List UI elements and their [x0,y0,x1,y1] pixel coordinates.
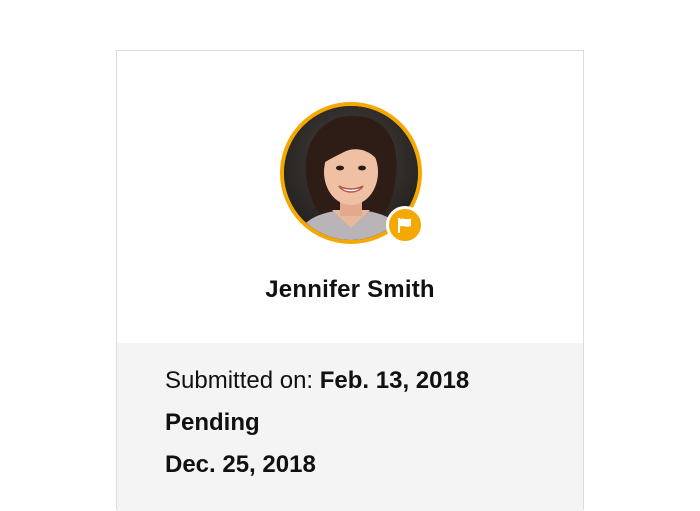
profile-card: Jennifer Smith Submitted on: Feb. 13, 20… [116,50,584,511]
user-name: Jennifer Smith [265,276,435,303]
avatar-container[interactable] [280,102,424,244]
submitted-label: Submitted on: [165,367,320,394]
status-text: Pending [165,409,260,436]
submitted-line: Submitted on: Feb. 13, 2018 [165,367,469,395]
due-date: Dec. 25, 2018 [165,451,316,478]
submission-details: Submitted on: Feb. 13, 2018 Pending Dec.… [117,343,583,511]
flag-badge[interactable] [386,206,424,244]
profile-header: Jennifer Smith [117,51,583,343]
submitted-date: Feb. 13, 2018 [319,367,470,394]
flag-icon [398,218,411,233]
